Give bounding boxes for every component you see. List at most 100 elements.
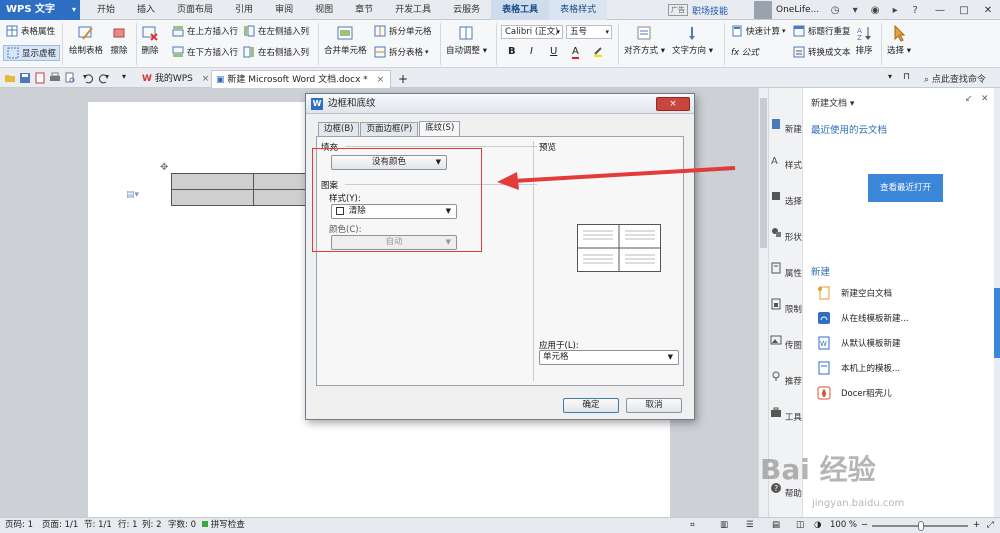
zoom-level[interactable]: 100 % [830,518,857,533]
print-preview-icon[interactable] [64,72,76,84]
chevron-down-icon[interactable]: ▾ [888,72,900,84]
close-icon[interactable]: × [202,74,210,84]
focus-mode-icon[interactable]: ⌗ [690,518,695,533]
tab-cloud[interactable]: 云服务 [442,0,491,20]
table-cell[interactable] [171,173,254,190]
font-name-select[interactable]: Calibri (正文) ▾ [501,25,563,39]
insert-row-below-button[interactable]: 在下方插入行 [172,46,238,58]
bold-button[interactable]: B [508,46,516,57]
tab-page-layout[interactable]: 页面布局 [166,0,224,20]
tab-borders[interactable]: 边框(B) [318,122,360,136]
wps-app-menu-button[interactable]: WPS 文字 ▾ [0,0,80,20]
user-name[interactable]: OneLife... [776,5,819,15]
close-icon[interactable]: ✕ [981,94,989,104]
new-blank-doc[interactable]: 新建空白文档 [817,285,892,301]
erase-button[interactable]: 擦除 [110,24,128,56]
export-pdf-icon[interactable] [34,72,46,84]
tab-review[interactable]: 审阅 [264,0,304,20]
table-move-handle-icon[interactable]: ✥ [160,162,168,173]
quick-calc-button[interactable]: 快速计算 ▾ [731,25,786,37]
dialog-close-button[interactable]: × [656,97,690,111]
insert-col-left-button[interactable]: 在左侧插入列 [243,25,309,37]
split-table-button[interactable]: 拆分表格 ▾ [374,46,429,58]
insert-row-above-button[interactable]: 在上方插入行 [172,25,238,37]
insert-col-right-button[interactable]: 在右侧插入列 [243,46,309,58]
tab-table-style[interactable]: 表格样式 [549,0,608,20]
avatar[interactable] [754,1,772,19]
tab-home[interactable]: 开始 [86,0,126,20]
table-properties-button[interactable]: 表格属性 [6,25,55,37]
text-direction-button[interactable]: 文字方向 ▾ [672,24,713,56]
docer-link[interactable]: Docer稻壳儿 [817,385,892,401]
open-folder-icon[interactable] [4,72,16,84]
pin-icon[interactable]: ⊓ [903,72,915,84]
view-recent-button[interactable]: 查看最近打开 [868,174,943,202]
scrollbar-thumb[interactable] [760,98,767,248]
chevron-down-icon[interactable]: ▾ [848,3,862,17]
career-skills-link[interactable]: 职场技能 [692,4,728,17]
zoom-out-button[interactable]: − [861,518,868,533]
local-templates[interactable]: 本机上的模板... [817,360,900,376]
page-view-icon[interactable]: ▥ [720,518,728,533]
command-search[interactable]: ⌕ 点此查找命令 [924,72,986,85]
tab-table-tools[interactable]: 表格工具 [491,0,550,20]
print-icon[interactable] [49,72,61,84]
fit-window-icon[interactable]: ⤢ [987,518,994,533]
formula-button[interactable]: fx 公式 [731,46,759,58]
strip-select[interactable]: 选择 [769,190,803,207]
italic-button[interactable]: I [530,46,533,57]
draw-table-button[interactable]: 绘制表格 [69,24,103,56]
chevron-down-icon[interactable]: ▾ [122,72,134,84]
table-cell[interactable] [171,189,254,206]
tab-document[interactable]: ▣ 新建 Microsoft Word 文档.docx * × [211,70,391,88]
undo-icon[interactable] [82,72,94,84]
maximize-icon[interactable]: □ [952,0,976,20]
font-size-select[interactable]: 五号 ▾ [566,25,612,39]
pin-pane-icon[interactable]: ↙ [965,94,973,104]
close-icon[interactable]: ✕ [976,0,1000,20]
show-gridlines-toggle[interactable]: 显示虚框 [3,45,61,61]
share-icon[interactable]: ▸ [888,3,902,17]
new-tab-button[interactable]: + [394,70,408,88]
strip-properties[interactable]: 属性 [769,262,803,279]
pane-expand-handle[interactable] [994,288,1000,358]
web-view-icon[interactable]: ▤ [772,518,780,533]
strip-new[interactable]: 新建 [769,118,803,135]
help-icon[interactable]: ? [908,3,922,17]
convert-to-text-button[interactable]: 转换成文本 [793,46,851,58]
minimize-icon[interactable]: — [928,0,952,20]
alignment-button[interactable]: 对齐方式 ▾ [624,24,665,56]
zoom-in-button[interactable]: + [973,518,980,533]
auto-adjust-button[interactable]: 自动调整 ▾ [446,24,487,56]
new-from-online-template[interactable]: 从在线模板新建... [817,310,909,326]
tab-page-borders[interactable]: 页面边框(P) [360,122,419,136]
split-cells-button[interactable]: 拆分单元格 [374,25,432,37]
sort-button[interactable]: AZ 排序 [855,24,873,56]
redo-icon[interactable] [98,72,110,84]
tab-chapter[interactable]: 章节 [344,0,384,20]
strip-upload-image[interactable]: 传图 [769,334,803,351]
font-color-button[interactable]: A [572,46,579,59]
tab-view[interactable]: 视图 [304,0,344,20]
tab-developer[interactable]: 开发工具 [384,0,442,20]
close-icon[interactable]: × [377,75,385,85]
apply-to-select[interactable]: 单元格 ▼ [539,350,679,365]
status-word-count[interactable]: 字数: 0 [168,518,196,533]
merge-cells-button[interactable]: 合并单元格 [324,24,367,56]
strip-styles[interactable]: A 样式 [769,154,803,171]
ok-button[interactable]: 确定 [563,398,619,413]
tab-insert[interactable]: 插入 [126,0,166,20]
paste-options-icon[interactable]: ▤▾ [126,190,139,200]
strip-tools[interactable]: 工具 [769,406,803,423]
underline-button[interactable]: U [550,46,557,57]
save-icon[interactable] [19,72,31,84]
tab-references[interactable]: 引用 [224,0,264,20]
clock-icon[interactable]: ◷ [828,3,842,17]
cloud-sync-icon[interactable]: ◉ [868,3,882,17]
read-view-icon[interactable]: ◫ [796,518,804,533]
pane-title[interactable]: 新建文档 ▾ [811,96,854,109]
spell-check-toggle[interactable]: 拼写检查 [202,518,245,533]
highlight-button[interactable] [592,46,607,58]
cancel-button[interactable]: 取消 [626,398,682,413]
pane-edge[interactable] [994,88,1000,517]
